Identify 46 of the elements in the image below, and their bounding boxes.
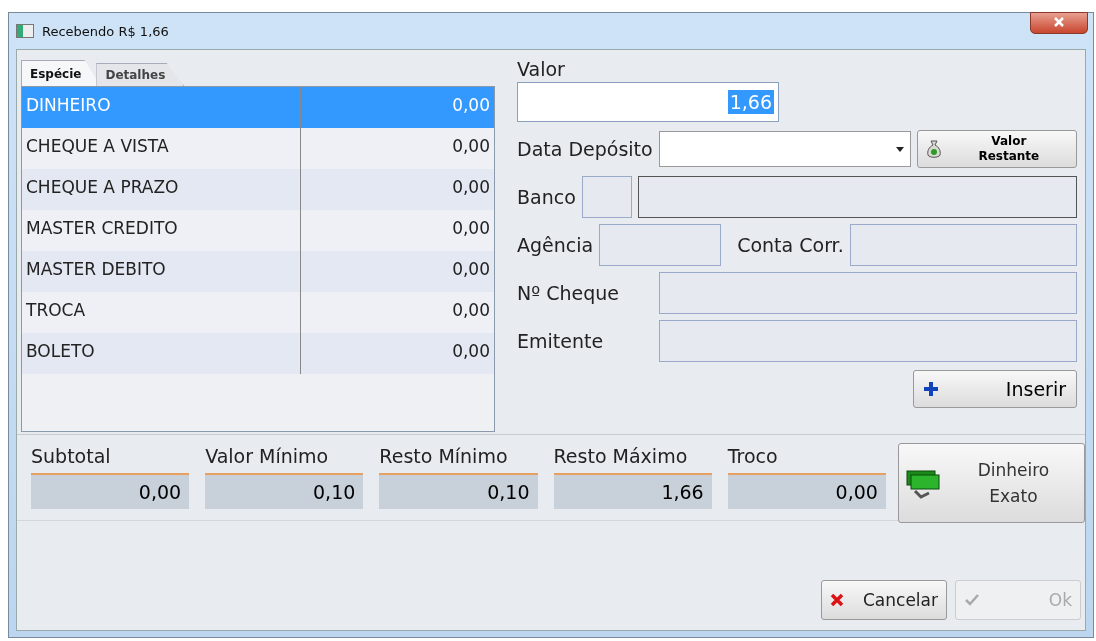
payment-row[interactable]: CHEQUE A PRAZO 0,00 — [22, 169, 494, 210]
payment-amount: 0,00 — [451, 299, 491, 322]
field-label: Nº Cheque — [517, 282, 620, 304]
payment-row[interactable]: MASTER DEBITO 0,00 — [22, 251, 494, 292]
exact-cash-button[interactable]: Dinheiro Exato — [897, 443, 1085, 523]
account-field[interactable] — [849, 224, 1077, 266]
summary-value: 0,00 — [835, 481, 878, 503]
field-value: 1,66 — [727, 90, 774, 114]
payment-amount: 0,00 — [451, 340, 491, 363]
field-label: Banco — [517, 186, 576, 208]
field-label: Data Depósito — [517, 138, 653, 160]
plus-icon — [924, 382, 938, 396]
summary-value: 0,00 — [138, 481, 182, 503]
date-dropdown[interactable] — [658, 131, 911, 167]
field-label: Conta Corr. — [737, 234, 844, 256]
tab[interactable]: Detalhes — [96, 63, 185, 86]
money-bag-icon — [925, 139, 942, 159]
payment-name: BOLETO — [22, 333, 301, 374]
close-icon — [1053, 15, 1065, 28]
cross-icon — [830, 593, 844, 607]
window-icon — [16, 24, 34, 38]
window-title: Recebendo R$ 1,66 — [42, 23, 169, 39]
summary-value: 0,10 — [313, 481, 356, 503]
payment-amount: 0,00 — [451, 258, 491, 281]
payment-amount: 0,00 — [451, 135, 491, 158]
check-number-field[interactable] — [659, 272, 1077, 314]
summary-value: 1,66 — [661, 481, 704, 503]
remaining-value-button[interactable]: Valor Restante — [916, 130, 1077, 168]
payment-amount: 0,00 — [451, 217, 491, 240]
dialog-button[interactable]: Cancelar — [821, 580, 947, 620]
bank-name-field[interactable] — [637, 176, 1077, 218]
caret-icon — [895, 146, 904, 152]
payment-amount: 0,00 — [451, 94, 491, 117]
field-label: Emitente — [517, 330, 605, 352]
check-icon — [964, 593, 980, 607]
close-button[interactable] — [1030, 12, 1088, 34]
field-label: Agência — [517, 234, 594, 256]
insert-button[interactable]: Inserir — [913, 370, 1077, 408]
payment-amount: 0,00 — [451, 176, 491, 199]
bank-code-field[interactable] — [581, 176, 632, 218]
summary-value: 0,10 — [487, 481, 530, 503]
issuer-field[interactable] — [659, 320, 1077, 362]
payment-row[interactable]: BOLETO 0,00 — [22, 333, 494, 374]
branch-field[interactable] — [599, 224, 722, 266]
banknotes-icon — [904, 467, 941, 499]
field-label: Valor — [517, 58, 566, 80]
